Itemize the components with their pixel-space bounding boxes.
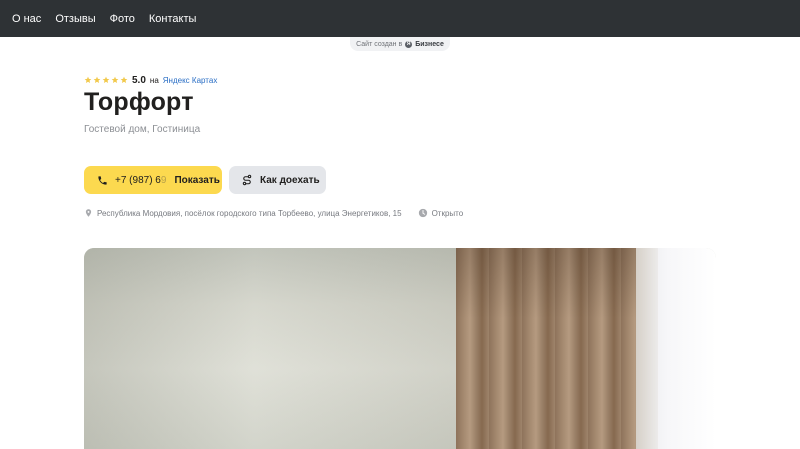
get-directions-button[interactable]: Как доехать	[229, 166, 326, 194]
phone-icon	[98, 175, 107, 185]
show-phone-button[interactable]: +7 (987) 69 Показать	[84, 166, 222, 194]
star-icon	[93, 76, 101, 83]
route-icon	[242, 174, 252, 186]
top-nav: О нас Отзывы Фото Контакты	[12, 0, 196, 37]
created-in-business-badge[interactable]: Сайт создан в Я Бизнесе	[350, 37, 450, 51]
star-icon	[111, 76, 119, 83]
nav-item-photos[interactable]: Фото	[110, 13, 135, 25]
business-name: Торфорт	[84, 88, 194, 116]
nav-item-about[interactable]: О нас	[12, 13, 41, 25]
rating-stars	[84, 76, 128, 84]
phone-number-visible: +7 (987) 6	[115, 174, 161, 186]
location-pin-icon	[85, 209, 92, 217]
star-icon	[102, 76, 110, 83]
business-categories: Гостевой дом, Гостиница	[84, 124, 201, 135]
clock-icon	[418, 208, 427, 218]
show-phone-label: Показать	[174, 174, 220, 186]
star-icon	[84, 76, 92, 83]
photo-wall-shade	[84, 248, 462, 449]
get-directions-label: Как доехать	[260, 174, 320, 186]
photo-curtain-shade	[456, 248, 642, 449]
badge-prefix: Сайт создан в	[356, 40, 403, 48]
hero-photo[interactable]	[84, 248, 716, 449]
opening-status-text: Открыто	[431, 208, 464, 218]
rating-on-text: на	[149, 75, 159, 85]
phone-number-faded: 9	[160, 174, 167, 186]
badge-brand: Бизнесе	[415, 40, 444, 48]
nav-item-contacts[interactable]: Контакты	[149, 13, 197, 25]
rating-value: 5.0	[132, 74, 146, 86]
opening-status: Открыто	[418, 208, 464, 218]
rating-row: 5.0 на Яндекс Картах	[84, 74, 217, 86]
yandex-logo-icon: Я	[405, 40, 413, 48]
photo-sheer-curtain	[636, 248, 658, 449]
rating-source-link[interactable]: Яндекс Картах	[163, 76, 218, 85]
nav-item-reviews[interactable]: Отзывы	[55, 13, 95, 25]
address-text: Республика Мордовия, посёлок городского …	[97, 208, 402, 218]
star-icon	[120, 76, 128, 83]
phone-number-partial: +7 (987) 69	[115, 175, 166, 186]
address-row: Республика Мордовия, посёлок городского …	[84, 207, 463, 219]
top-navigation-bar: О нас Отзывы Фото Контакты	[0, 0, 800, 37]
